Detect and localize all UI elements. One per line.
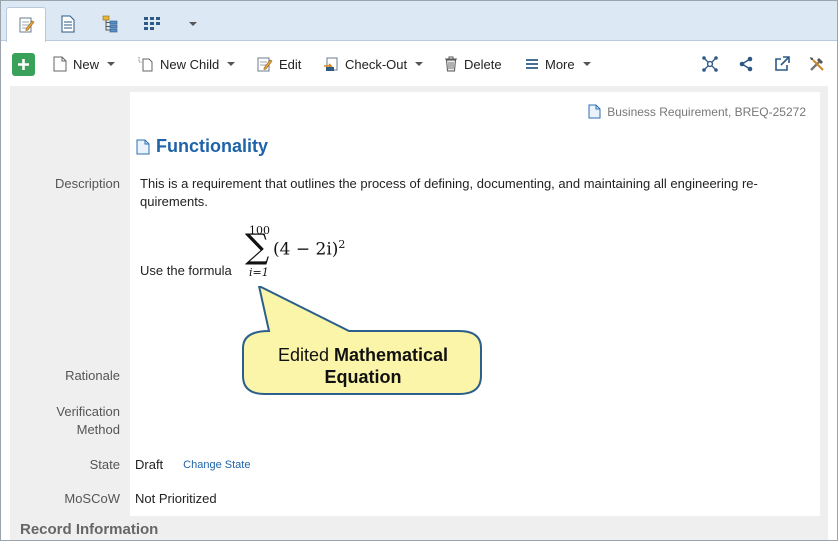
share-button[interactable] [738, 52, 754, 76]
check-out-icon [324, 57, 338, 71]
edit-button-label: Edit [279, 56, 302, 72]
description-text: This is a requirement that outlines the … [140, 176, 758, 209]
record-type-id-text: Business Requirement, BREQ-25272 [607, 104, 806, 119]
view-tab-strip [1, 1, 837, 42]
change-state-link[interactable]: Change State [183, 456, 250, 474]
more-button[interactable]: More [525, 52, 591, 76]
sum-lower-bound: i=1 [249, 266, 269, 279]
requirement-document-icon [588, 104, 601, 119]
callout-line1-prefix: Edited [277, 345, 334, 365]
sigma-symbol: ∑ [245, 227, 270, 267]
check-out-button[interactable]: Check-Out [323, 52, 424, 76]
document-icon [61, 15, 75, 33]
trash-icon [445, 56, 457, 72]
more-button-label: More [545, 56, 575, 72]
plus-icon [18, 59, 29, 70]
chevron-down-icon [227, 62, 236, 66]
record-toolbar: New New Child Edit Check-Out Delete More [1, 42, 837, 86]
relations-button[interactable] [701, 52, 719, 76]
record-information-section[interactable]: Record Information [10, 517, 820, 540]
record-type-id: Business Requirement, BREQ-25272 [588, 104, 806, 119]
external-link-icon [775, 56, 790, 71]
callout-line1-bold: Mathematical [334, 345, 449, 365]
tab-document[interactable] [51, 7, 85, 41]
expression-base: (4 − 2i) [273, 239, 339, 260]
grid-icon [144, 17, 160, 30]
new-document-icon [53, 56, 67, 72]
verification-method-label: Verification Method [10, 403, 120, 439]
tab-grid[interactable] [135, 7, 169, 41]
new-child-icon [138, 57, 153, 72]
tab-hierarchy[interactable] [93, 7, 127, 41]
chevron-down-icon [415, 62, 424, 66]
network-icon [702, 56, 718, 72]
tab-details[interactable] [6, 7, 46, 42]
record-title: Functionality [136, 136, 268, 157]
moscow-value: Not Prioritized [135, 491, 217, 506]
chevron-down-icon [107, 62, 116, 66]
moscow-label: MoSCoW [64, 491, 120, 506]
record-content: Business Requirement, BREQ-25272 Functio… [10, 86, 828, 540]
edit-icon [257, 57, 273, 72]
edit-button[interactable]: Edit [257, 52, 301, 76]
delete-button[interactable]: Delete [444, 52, 502, 76]
description-label: Description [54, 176, 120, 191]
callout-text: Edited Mathematical Equation [242, 344, 484, 388]
sum-expression: (4 − 2i)2 [273, 238, 345, 260]
new-button-label: New [73, 56, 100, 72]
tools-icon [810, 57, 824, 71]
add-button[interactable] [12, 53, 35, 76]
tabs-dropdown[interactable] [181, 7, 205, 41]
edit-document-icon [19, 17, 35, 33]
hierarchy-icon [102, 15, 118, 33]
rationale-label: Rationale [65, 368, 120, 383]
app-window: New New Child Edit Check-Out Delete More… [0, 0, 838, 541]
state-label: State [89, 457, 120, 472]
callout-line1: Edited Mathematical [242, 344, 484, 366]
tools-button[interactable] [808, 52, 826, 76]
callout-line2-bold: Equation [324, 367, 402, 387]
verification-label-line2: Method [76, 422, 120, 437]
formula-row: Use the formula [140, 224, 232, 280]
new-child-button-label: New Child [160, 56, 220, 72]
verification-label-line1: Verification [56, 404, 120, 419]
callout-line2: Equation [242, 366, 484, 388]
share-icon [739, 56, 753, 72]
open-new-window-button[interactable] [774, 52, 790, 76]
menu-icon [526, 59, 538, 69]
state-value-row: Draft Change State [135, 456, 250, 474]
record-information-heading: Record Information [20, 521, 159, 538]
chevron-down-icon [582, 62, 591, 66]
chevron-down-icon [189, 22, 197, 26]
new-child-button[interactable]: New Child [138, 52, 236, 76]
formula-prefix: Use the formula [140, 263, 232, 278]
check-out-button-label: Check-Out [345, 56, 408, 72]
requirement-document-icon [136, 139, 150, 154]
delete-button-label: Delete [464, 56, 502, 72]
state-value: Draft [135, 457, 164, 472]
record-title-text: Functionality [156, 136, 268, 156]
expression-exponent: 2 [338, 238, 346, 251]
new-button[interactable]: New [53, 52, 116, 76]
